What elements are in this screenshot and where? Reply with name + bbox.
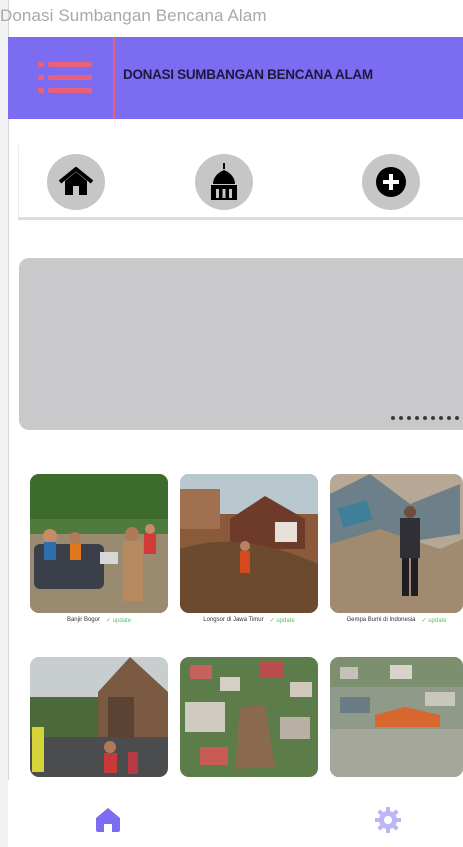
gallery-item-tsunami[interactable] xyxy=(330,657,463,777)
gallery-item-earthquake[interactable]: Gempa Bumi di Indonesia ✓ update xyxy=(330,474,463,624)
home-icon[interactable] xyxy=(88,800,128,840)
gear-icon[interactable] xyxy=(368,800,408,840)
mosque-icon[interactable] xyxy=(195,154,253,210)
gallery-item-flood[interactable]: Banjir Bogor ✓ update xyxy=(30,474,168,624)
slider-indicator xyxy=(391,416,459,420)
gallery-item-landslide[interactable]: Longsor di Jawa Timur ✓ update xyxy=(180,474,318,624)
gallery-photo xyxy=(330,657,463,777)
update-link[interactable]: ✓ update xyxy=(106,617,131,624)
category-nav xyxy=(18,145,463,220)
gallery-item-collapsed-house[interactable] xyxy=(30,657,168,777)
gallery-photo xyxy=(330,474,463,613)
banner-slider[interactable] xyxy=(19,258,463,430)
home-icon[interactable] xyxy=(47,154,105,210)
add-circle-icon[interactable] xyxy=(362,154,420,210)
update-link[interactable]: ✓ update xyxy=(422,617,447,624)
header-divider xyxy=(113,37,115,119)
menu-icon[interactable] xyxy=(35,54,97,100)
gallery-photo xyxy=(180,657,318,777)
gallery-item-aerial-village[interactable] xyxy=(180,657,318,777)
app-title: DONASI SUMBANGAN BENCANA ALAM xyxy=(123,67,373,82)
window-title: Donasi Sumbangan Bencana Alam xyxy=(0,6,267,25)
bottom-nav xyxy=(8,780,463,847)
gallery-caption: Banjir Bogor xyxy=(66,617,100,623)
gallery-photo xyxy=(180,474,318,613)
gallery-caption: Longsor di Jawa Timur xyxy=(203,617,264,623)
gallery-caption: Gempa Bumi di Indonesia xyxy=(346,617,416,623)
app-header: DONASI SUMBANGAN BENCANA ALAM xyxy=(8,37,463,119)
gallery-photo xyxy=(30,474,168,613)
gallery-photo xyxy=(30,657,168,777)
update-link[interactable]: ✓ update xyxy=(270,617,295,624)
